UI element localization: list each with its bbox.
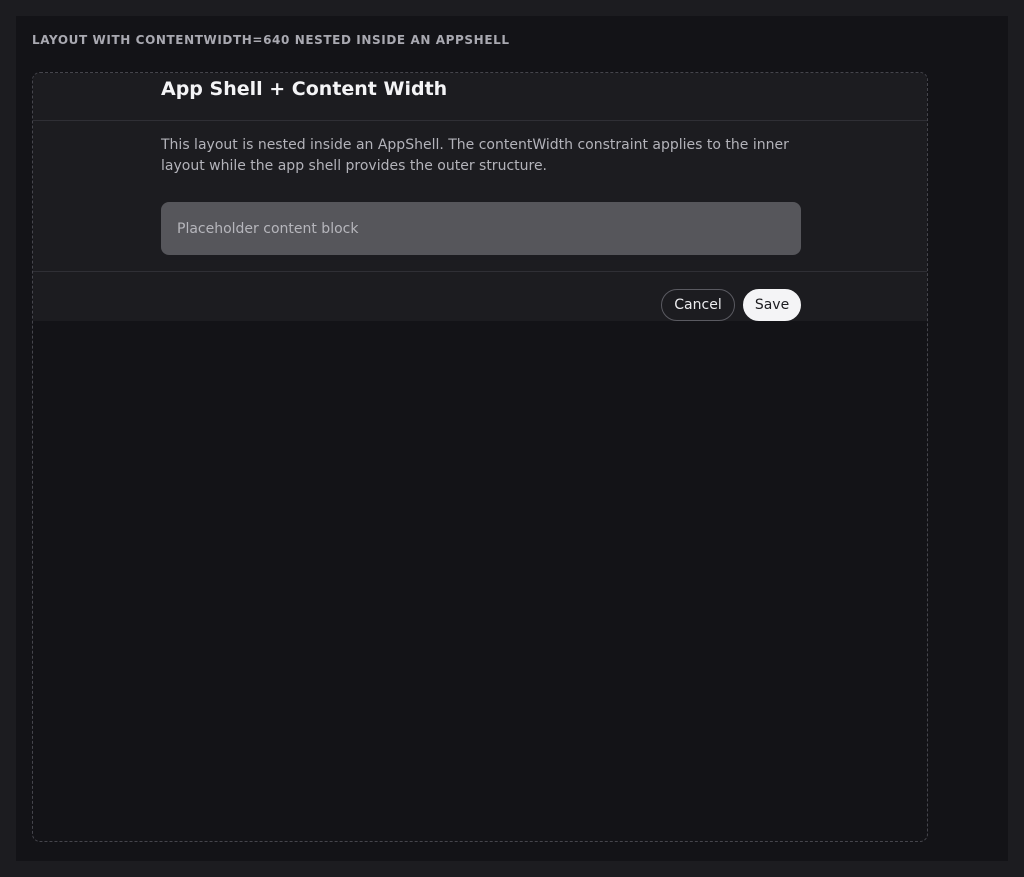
page-title: App Shell + Content Width bbox=[161, 78, 448, 100]
app-shell: App Shell + Content Width This layout is… bbox=[32, 72, 928, 842]
layout-header: App Shell + Content Width bbox=[33, 73, 927, 121]
placeholder-content-block: Placeholder content block bbox=[161, 202, 801, 255]
layout-footer: Cancel Save bbox=[33, 271, 927, 322]
story-canvas: LAYOUT WITH CONTENTWIDTH=640 NESTED INSI… bbox=[16, 16, 1008, 861]
layout-description: This layout is nested inside an AppShell… bbox=[161, 137, 789, 174]
cancel-button[interactable]: Cancel bbox=[661, 289, 735, 321]
save-button[interactable]: Save bbox=[743, 289, 801, 321]
story-caption: LAYOUT WITH CONTENTWIDTH=640 NESTED INSI… bbox=[32, 33, 510, 47]
placeholder-label: Placeholder content block bbox=[177, 220, 359, 237]
content-width-layout: App Shell + Content Width This layout is… bbox=[33, 73, 927, 322]
